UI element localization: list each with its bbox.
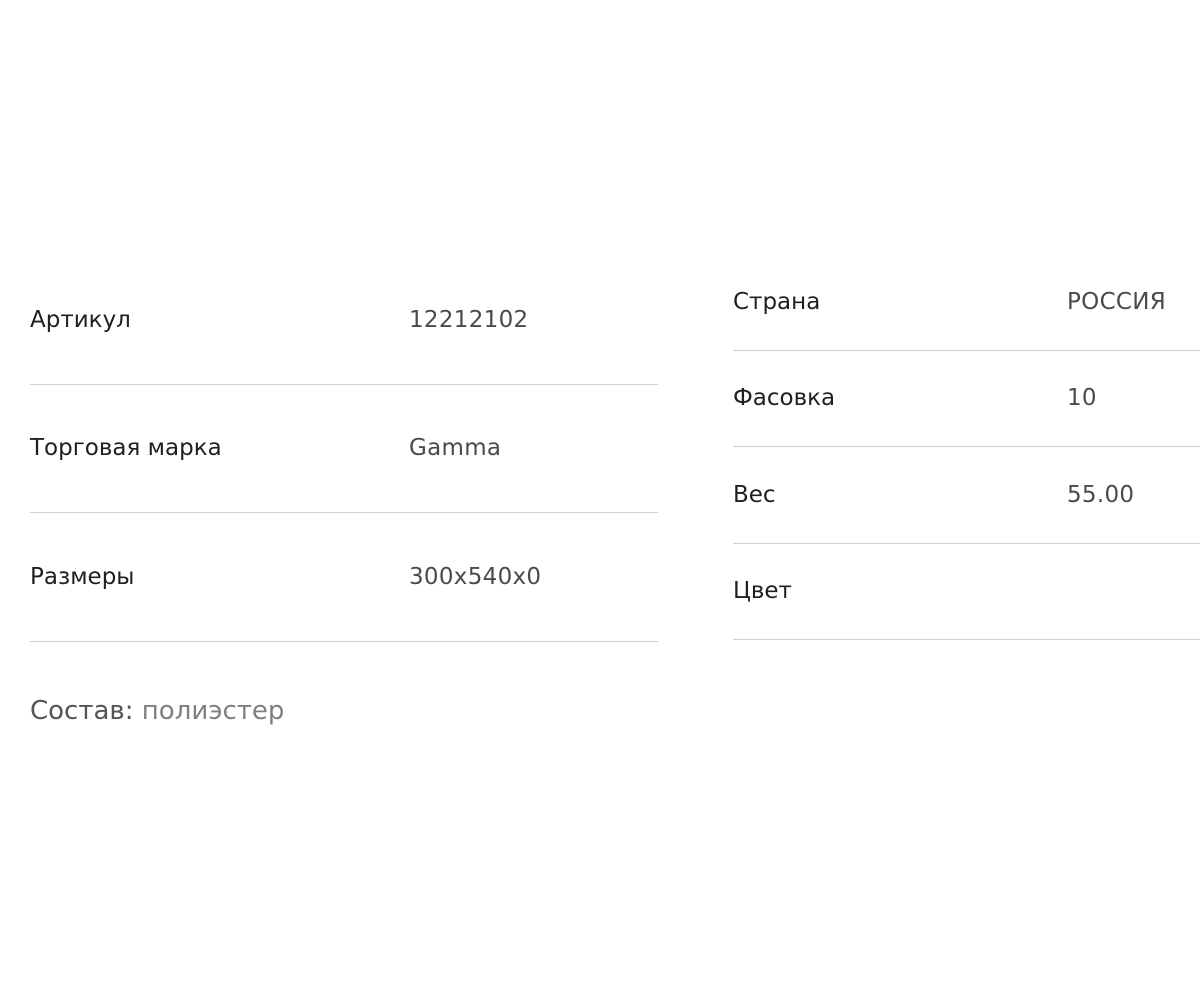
- product-specs-right: Страна РОССИЯ Фасовка 10 Вес 55.00 Цвет: [733, 254, 1200, 640]
- spec-value: Gamma: [409, 435, 502, 462]
- spec-value: 10: [1067, 385, 1097, 412]
- spec-row-color: Цвет: [733, 544, 1200, 640]
- spec-row-article: Артикул 12212102: [30, 256, 658, 385]
- spec-value: 12212102: [409, 306, 529, 333]
- spec-label: Страна: [733, 288, 821, 315]
- spec-label: Фасовка: [733, 385, 836, 412]
- spec-label: Артикул: [30, 306, 131, 333]
- spec-label: Размеры: [30, 563, 135, 590]
- spec-label: Торговая марка: [30, 435, 222, 462]
- spec-value: РОССИЯ: [1067, 288, 1167, 315]
- spec-row-brand: Торговая марка Gamma: [30, 385, 658, 513]
- composition-value: полиэстер: [141, 696, 285, 726]
- spec-label: Цвет: [733, 578, 792, 605]
- composition-label: Состав:: [30, 696, 134, 726]
- spec-row-dimensions: Размеры 300x540x0: [30, 513, 658, 642]
- spec-row-country: Страна РОССИЯ: [733, 254, 1200, 351]
- spec-row-weight: Вес 55.00: [733, 447, 1200, 544]
- product-composition: Состав: полиэстер: [30, 696, 284, 726]
- spec-value: 300x540x0: [409, 563, 542, 590]
- product-specs-left: Артикул 12212102 Торговая марка Gamma Ра…: [30, 256, 658, 642]
- spec-value: 55.00: [1067, 481, 1135, 508]
- spec-row-package: Фасовка 10: [733, 351, 1200, 447]
- spec-label: Вес: [733, 481, 776, 508]
